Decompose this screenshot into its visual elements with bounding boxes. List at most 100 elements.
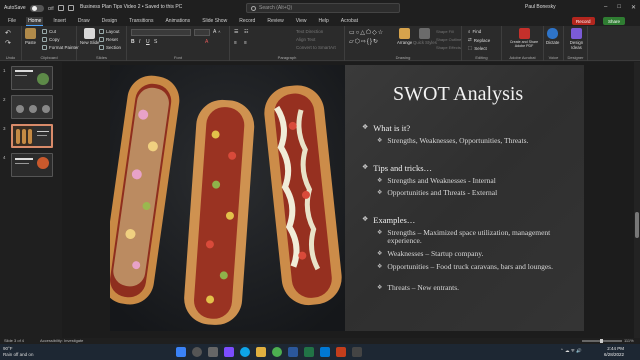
tab-draw[interactable]: Draw [76, 17, 92, 25]
replace-button[interactable]: ⇄ Replace [468, 37, 490, 43]
shape-outline-button[interactable]: Shape Outline [436, 37, 461, 42]
slide-thumbnail-4[interactable] [11, 153, 53, 177]
clock[interactable]: 2:44 PM 6/28/2022 [604, 346, 624, 357]
record-button[interactable]: Record [572, 17, 595, 25]
vertical-scrollbar[interactable] [634, 62, 640, 338]
new-slide-button[interactable]: New Slide [80, 28, 99, 45]
convert-smartart-button[interactable]: Convert to SmartArt [296, 45, 336, 50]
task-view-icon[interactable] [208, 347, 218, 357]
sub-bullet[interactable]: ❖ Weaknesses – Startup company. [377, 250, 577, 258]
bullet-tips-and-tricks[interactable]: ❖ Tips and tricks… [362, 163, 432, 173]
document-title[interactable]: Business Plan Tips Video 2 • Saved to th… [80, 4, 182, 10]
bullet-what-is-it[interactable]: ❖ What is it? [362, 123, 410, 133]
maximize-icon[interactable]: □ [617, 4, 621, 11]
search-icon[interactable] [192, 347, 202, 357]
grow-font-icon[interactable]: A ^ [213, 29, 220, 35]
tab-insert[interactable]: Insert [51, 17, 68, 25]
text-direction-button[interactable]: Text Direction [296, 29, 323, 34]
tab-home[interactable]: Home [26, 16, 44, 26]
underline-icon[interactable]: U [146, 39, 150, 45]
zoom-slider[interactable] [582, 339, 622, 343]
slide-canvas[interactable]: SWOT Analysis ❖ What is it? ❖ Strengths,… [110, 65, 584, 331]
close-icon[interactable]: ✕ [631, 4, 636, 11]
hotdogs-image[interactable] [110, 65, 345, 331]
copy-button[interactable]: Copy [42, 37, 60, 42]
slide-editor[interactable]: SWOT Analysis ❖ What is it? ❖ Strengths,… [62, 62, 634, 338]
accessibility-status[interactable]: Accessibility: Investigate [40, 338, 83, 343]
tab-transitions[interactable]: Transitions [127, 17, 155, 25]
tab-review[interactable]: Review [265, 17, 285, 25]
slide-thumbnail-3[interactable] [11, 124, 53, 148]
tab-animations[interactable]: Animations [163, 17, 192, 25]
tab-help[interactable]: Help [316, 17, 330, 25]
sub-bullet[interactable]: ❖ Opportunities – Food truck caravans, b… [377, 263, 577, 271]
create-share-pdf-button[interactable]: Create and Share Adobe PDF [508, 28, 540, 48]
search-box[interactable]: Search (Alt+Q) [246, 3, 400, 13]
weather-widget[interactable]: 90°F Rain off and on [3, 346, 33, 357]
sub-bullet[interactable]: ❖ Opportunities and Threats - External [377, 189, 577, 197]
user-name[interactable]: Paul Bonesky [525, 4, 556, 10]
find-button[interactable]: ⌕ Find [468, 29, 481, 34]
word-icon[interactable] [288, 347, 298, 357]
cut-button[interactable]: Cut [42, 29, 56, 34]
paste-button[interactable]: Paste [25, 28, 36, 45]
minimize-icon[interactable]: – [604, 4, 607, 11]
strikethrough-icon[interactable]: S [154, 39, 157, 45]
edge-icon[interactable] [240, 347, 250, 357]
font-size-field[interactable] [194, 29, 210, 36]
italic-icon[interactable]: I [139, 39, 140, 45]
font-family-field[interactable] [131, 29, 191, 36]
align-center-icon[interactable]: ≡ [244, 40, 247, 46]
share-button[interactable]: Share [603, 17, 626, 25]
tab-view[interactable]: View [294, 17, 309, 25]
slide-title[interactable]: SWOT Analysis [393, 83, 523, 106]
scrollbar-thumb[interactable] [635, 212, 639, 238]
arrange-button[interactable]: Arrange [397, 28, 412, 45]
excel-icon[interactable] [304, 347, 314, 357]
section-button[interactable]: Section [99, 45, 121, 50]
start-icon[interactable] [176, 347, 186, 357]
chat-icon[interactable] [224, 347, 234, 357]
numbering-icon[interactable]: ☷ [244, 29, 248, 35]
shape-fill-button[interactable]: Shape Fill [436, 29, 454, 34]
shapes-gallery-row2[interactable]: ▱⬡⇨{}↻ [349, 38, 379, 45]
sub-bullet[interactable]: ❖ Strengths and Weaknesses - Internal [377, 177, 577, 185]
dictate-button[interactable]: Dictate [546, 28, 559, 45]
shapes-gallery[interactable]: ▭○△⬠◇☆ [349, 29, 384, 36]
sub-bullet[interactable]: ❖ Strengths, Weaknesses, Opportunities, … [377, 137, 577, 145]
bold-icon[interactable]: B [131, 39, 135, 45]
slide-thumbnail-1[interactable] [11, 66, 53, 90]
zoom-knob[interactable] [600, 339, 603, 343]
sub-bullet[interactable]: ❖ Threats – New entrants. [377, 284, 577, 292]
slide-thumbnail-2[interactable] [11, 95, 53, 119]
format-painter-button[interactable]: Format Painter [42, 45, 79, 50]
outlook-icon[interactable] [320, 347, 330, 357]
design-ideas-button[interactable]: Design Ideas [566, 28, 587, 50]
system-tray[interactable]: ⌃ ☁ ᯤ 🔊 [560, 348, 582, 354]
powerpoint-icon[interactable] [336, 347, 346, 357]
quick-styles-button[interactable]: Quick Styles [413, 28, 437, 45]
shape-effects-button[interactable]: Shape Effects [436, 45, 461, 50]
chrome-icon[interactable] [272, 347, 282, 357]
swot-text-panel[interactable]: SWOT Analysis ❖ What is it? ❖ Strengths,… [345, 65, 584, 331]
layout-button[interactable]: Layout [99, 29, 120, 34]
tab-slide-show[interactable]: Slide Show [200, 17, 229, 25]
bullet-examples[interactable]: ❖ Examples… [362, 215, 415, 225]
undo-icon[interactable]: ↶ [5, 29, 11, 37]
save-icon[interactable] [57, 5, 64, 11]
reset-button[interactable]: Reset [99, 37, 118, 42]
file-explorer-icon[interactable] [256, 347, 266, 357]
select-button[interactable]: ⬚ Select [468, 45, 487, 51]
app-icon[interactable] [352, 347, 362, 357]
bullets-icon[interactable]: ☰ [234, 29, 238, 35]
tab-record[interactable]: Record [237, 17, 257, 25]
zoom-level[interactable]: 111% [624, 338, 634, 343]
align-left-icon[interactable]: ≡ [234, 40, 237, 46]
tab-acrobat[interactable]: Acrobat [339, 17, 360, 25]
sub-bullet[interactable]: ❖ Strengths – Maximized space utilizatio… [377, 229, 577, 245]
autosave-toggle[interactable] [29, 4, 44, 12]
align-text-button[interactable]: Align Text [296, 37, 315, 42]
font-color-icon[interactable]: A [205, 39, 208, 45]
tab-file[interactable]: File [6, 17, 18, 25]
redo-icon[interactable]: ↷ [5, 39, 11, 47]
